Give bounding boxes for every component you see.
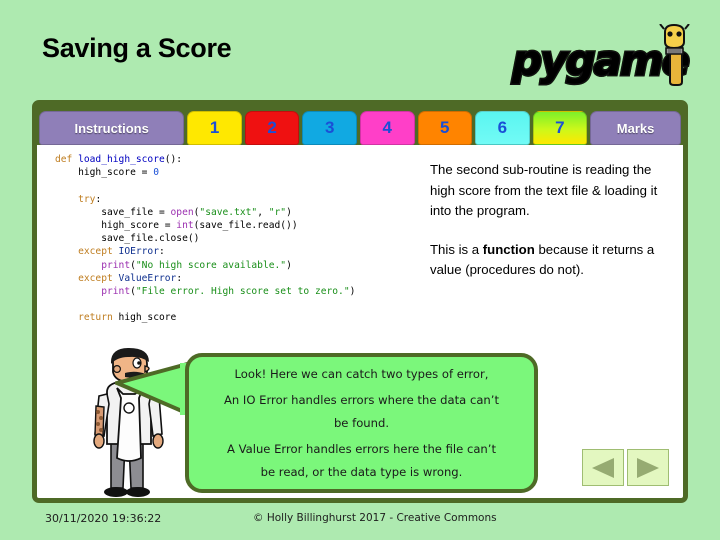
- code-line: except IOError:: [55, 245, 445, 258]
- page-title: Saving a Score: [42, 33, 232, 63]
- pygame-logo: pygame pygame: [510, 24, 692, 90]
- bubble-line-5: be read, or the data type is wrong.: [260, 464, 463, 479]
- code-token: "save.txt": [199, 206, 258, 218]
- arrow-right-icon: [637, 457, 659, 478]
- tab-label: 5: [440, 118, 450, 137]
- code-token: print: [101, 286, 131, 298]
- code-token: except: [78, 246, 113, 258]
- explanation-paragraph-2: This is a function because it returns a …: [430, 240, 677, 281]
- bubble-spacer-1: [205, 386, 518, 390]
- code-line: except ValueError:: [55, 272, 445, 285]
- code-line: high_score = 0: [55, 166, 445, 179]
- code-token: ValueError: [118, 272, 177, 284]
- speech-bubble: Look! Here we can catch two types of err…: [185, 353, 538, 493]
- code-line: def load_high_score():: [55, 153, 445, 166]
- tab-instructions[interactable]: Instructions: [39, 111, 185, 145]
- explanation-paragraph-1: The second sub-routine is reading the hi…: [430, 162, 658, 218]
- tab-5[interactable]: 5: [417, 111, 473, 145]
- tab-4[interactable]: 4: [359, 111, 415, 145]
- footer: 30/11/2020 19:36:22 © Holly Billinghurst…: [0, 512, 720, 534]
- next-slide-button[interactable]: [627, 449, 669, 486]
- tab-marks[interactable]: Marks: [590, 111, 681, 145]
- code-token: load_high_score: [78, 154, 165, 165]
- tab-label: 6: [497, 118, 508, 137]
- code-token: ): [349, 286, 356, 298]
- slide-canvas: Saving a Score pygame pygame Instruction…: [0, 0, 720, 540]
- code-token: :: [158, 246, 165, 258]
- code-token: "r": [268, 206, 287, 218]
- tab-7[interactable]: 7: [532, 111, 588, 145]
- tab-label: Instructions: [74, 120, 149, 136]
- code-token: ,: [257, 206, 269, 218]
- code-token: high_score =: [55, 220, 177, 232]
- code-line: print("File error. High score set to zer…: [55, 285, 445, 298]
- code-token: save_file =: [55, 206, 171, 218]
- previous-slide-button[interactable]: [582, 449, 624, 486]
- code-token: "File error. High score set to zero.": [135, 286, 350, 298]
- tab-3[interactable]: 3: [302, 111, 357, 145]
- tab-label: 2: [267, 118, 277, 137]
- code-token: def: [55, 154, 79, 165]
- navigation-buttons: [582, 449, 669, 486]
- tab-label: Marks: [616, 120, 655, 136]
- tab-label: 3: [324, 118, 335, 137]
- tab-label: 7: [555, 118, 565, 137]
- tab-2[interactable]: 2: [244, 111, 300, 145]
- tab-label: 4: [382, 118, 392, 137]
- explanation-p2-before: This is a: [430, 241, 483, 257]
- code-token: (save_file.read()): [193, 220, 298, 232]
- tab-1[interactable]: 1: [187, 111, 242, 145]
- code-token: try: [78, 193, 96, 205]
- code-token: return: [78, 312, 113, 324]
- code-token: "No high score available.": [135, 259, 287, 271]
- code-token: save_file.close(): [55, 233, 200, 245]
- code-line: print("No high score available."): [55, 259, 445, 272]
- speech-bubble-tail: [115, 360, 193, 419]
- footer-credit: © Holly Billinghurst 2017 - Creative Com…: [253, 512, 497, 524]
- code-token: :: [176, 272, 183, 284]
- code-token: IOError: [118, 246, 159, 258]
- code-token: ():: [164, 154, 183, 165]
- code-token: :: [95, 193, 102, 205]
- bubble-line-3: be found.: [333, 415, 390, 430]
- code-line: return high_score: [55, 311, 445, 324]
- code-line: save_file = open("save.txt", "r"): [55, 206, 445, 219]
- code-token: 0: [153, 167, 159, 179]
- code-token: high_score: [112, 312, 177, 324]
- code-line: high_score = int(save_file.read()): [55, 219, 445, 232]
- arrow-left-icon: [592, 457, 614, 478]
- bubble-line-1: Look! Here we can catch two types of err…: [234, 367, 489, 381]
- code-token: except: [78, 272, 113, 284]
- code-token: print: [101, 259, 131, 271]
- bubble-line-2: An IO Error handles errors where the dat…: [223, 393, 500, 408]
- snake-mascot-icon: [659, 24, 690, 86]
- bubble-spacer-2: [205, 434, 518, 438]
- code-block: def load_high_score(): high_score = 0 tr…: [55, 153, 445, 325]
- code-token: ): [286, 259, 292, 271]
- tab-6[interactable]: 6: [475, 111, 530, 145]
- explanation-text: The second sub-routine is reading the hi…: [430, 160, 677, 281]
- content-panel: Instructions 1 2 3 4 5 6 7 Marks def load_high_s…: [32, 100, 688, 503]
- footer-timestamp: 30/11/2020 19:36:22: [45, 512, 162, 525]
- code-line: try:: [55, 193, 445, 206]
- bubble-line-4: A Value Error handles errors here the fi…: [226, 442, 497, 456]
- code-token: ): [286, 206, 292, 218]
- code-token: high_score =: [55, 167, 154, 179]
- code-token: open: [170, 206, 194, 218]
- code-line: save_file.close(): [55, 232, 445, 245]
- code-token: int: [176, 220, 194, 232]
- tab-bar: Instructions 1 2 3 4 5 6 7 Marks: [37, 105, 683, 145]
- explanation-p2-bold: function: [482, 241, 535, 257]
- tab-label: 1: [209, 118, 220, 137]
